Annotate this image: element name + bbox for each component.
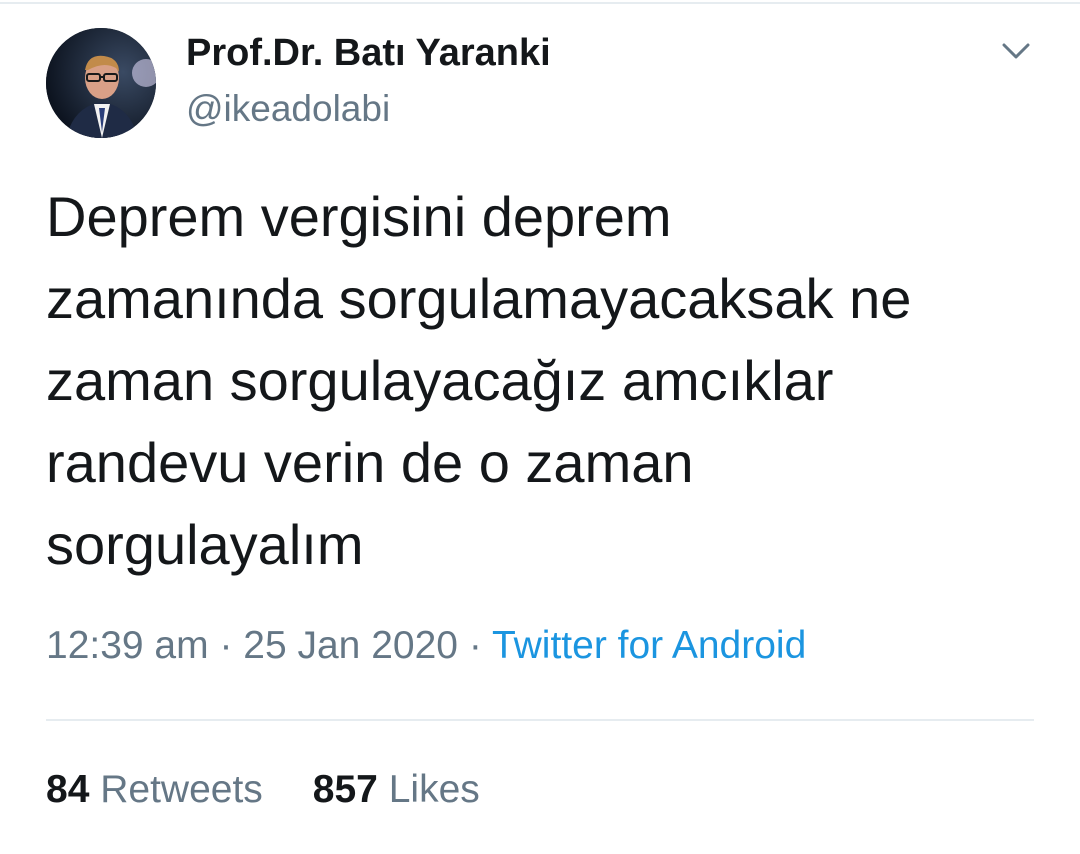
meta-separator: · bbox=[208, 624, 244, 667]
retweets-count: 84 bbox=[46, 768, 90, 811]
tweet-source-link[interactable]: Twitter for Android bbox=[492, 624, 806, 667]
likes-label: Likes bbox=[377, 768, 480, 811]
divider bbox=[46, 719, 1034, 721]
tweet-metadata: 12:39 am · 25 Jan 2020 · Twitter for And… bbox=[46, 624, 806, 668]
display-name[interactable]: Prof.Dr. Batı Yaranki bbox=[186, 32, 551, 75]
engagement-stats: 84 Retweets 857 Likes bbox=[46, 768, 480, 812]
tweet-date[interactable]: 25 Jan 2020 bbox=[243, 624, 458, 667]
avatar[interactable] bbox=[46, 28, 156, 138]
chevron-down-icon[interactable] bbox=[996, 36, 1036, 66]
tweet-text: Deprem vergisini deprem zamanında sorgul… bbox=[46, 185, 912, 576]
likes-count: 857 bbox=[312, 768, 378, 811]
tweet-time[interactable]: 12:39 am bbox=[46, 624, 209, 667]
handle[interactable]: @ikeadolabi bbox=[186, 88, 390, 130]
likes-stat[interactable]: 857 Likes bbox=[313, 768, 480, 812]
tweet-card: Prof.Dr. Batı Yaranki @ikeadolabi Deprem… bbox=[0, 0, 1080, 854]
meta-separator: · bbox=[457, 624, 492, 667]
top-divider bbox=[0, 2, 1080, 4]
retweets-label: Retweets bbox=[89, 768, 263, 811]
retweets-stat[interactable]: 84 Retweets bbox=[46, 768, 263, 812]
